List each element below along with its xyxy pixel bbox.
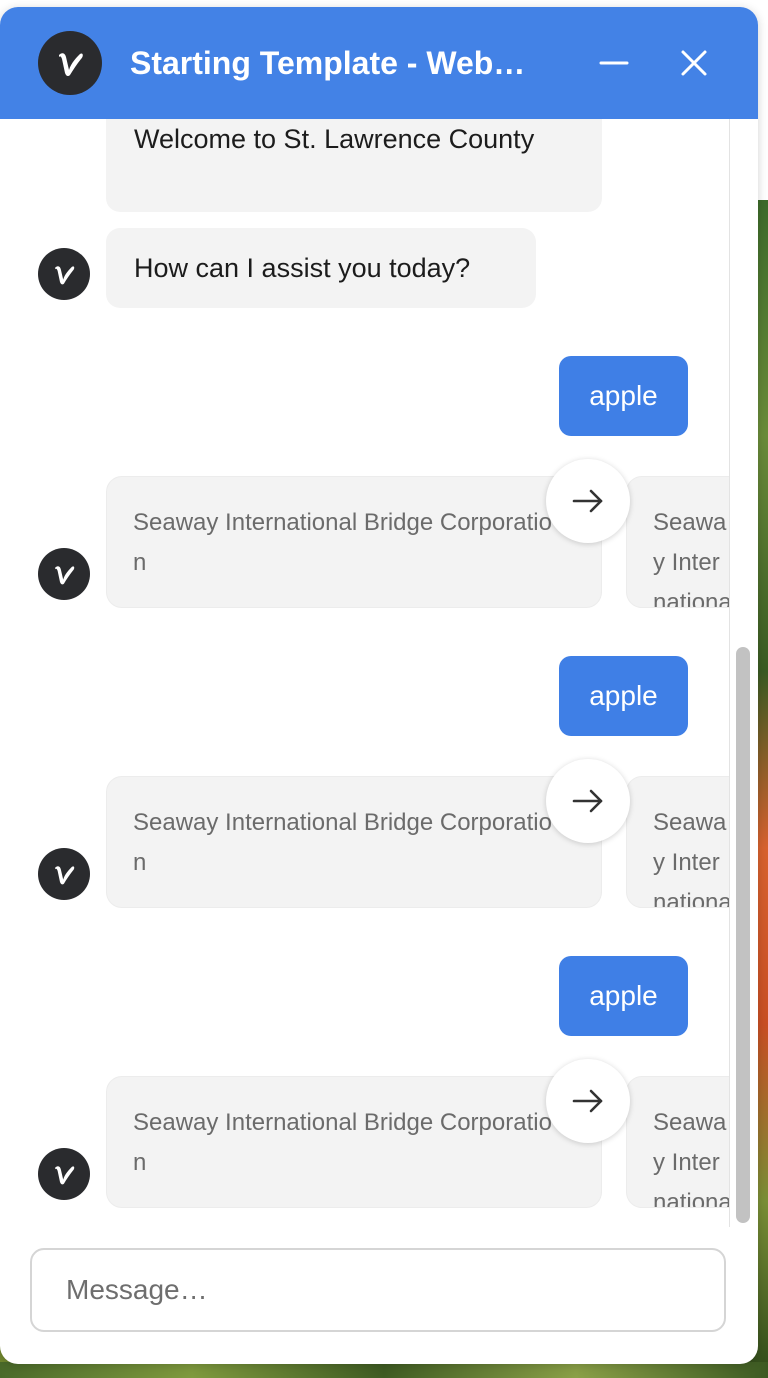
bot-avatar — [38, 848, 90, 900]
result-card[interactable]: Seaway International Bridge Corporation — [626, 1076, 729, 1208]
result-card[interactable]: Seaway International Bridge Corporation — [626, 476, 729, 608]
user-message: apple — [559, 656, 688, 736]
result-card[interactable]: Seaway International Bridge Corporation — [626, 776, 729, 908]
message-composer — [30, 1248, 726, 1332]
scrollbar-thumb[interactable] — [736, 647, 750, 1223]
arrow-right-icon — [572, 789, 603, 813]
close-button[interactable] — [672, 41, 716, 85]
result-card[interactable]: Seaway International Bridge Corporation — [106, 1076, 602, 1208]
chat-window: Starting Template - Web… Welcome to St. … — [0, 7, 758, 1364]
background-photo-bottom — [0, 1362, 768, 1378]
arrow-right-icon — [572, 489, 603, 513]
minimize-icon — [599, 61, 629, 65]
chat-title: Starting Template - Web… — [130, 45, 526, 81]
bot-message-assist: How can I assist you today? — [106, 228, 536, 308]
carousel-next-button[interactable] — [546, 759, 630, 843]
minimize-button[interactable] — [592, 41, 636, 85]
bot-avatar — [38, 248, 90, 300]
v-logo-icon — [38, 31, 102, 95]
result-card[interactable]: Seaway International Bridge Corporation — [106, 476, 602, 608]
user-message: apple — [559, 956, 688, 1036]
bot-avatar — [38, 548, 90, 600]
carousel-next-button[interactable] — [546, 459, 630, 543]
message-list[interactable]: Welcome to St. Lawrence County How can I… — [0, 119, 730, 1227]
carousel-next-button[interactable] — [546, 1059, 630, 1143]
bot-message-welcome: Welcome to St. Lawrence County — [106, 119, 602, 212]
message-input[interactable] — [34, 1252, 634, 1328]
bot-avatar — [38, 1148, 90, 1200]
result-card[interactable]: Seaway International Bridge Corporation — [106, 776, 602, 908]
chat-header: Starting Template - Web… — [0, 7, 758, 119]
arrow-right-icon — [572, 1089, 603, 1113]
user-message: apple — [559, 356, 688, 436]
close-icon — [681, 50, 707, 76]
